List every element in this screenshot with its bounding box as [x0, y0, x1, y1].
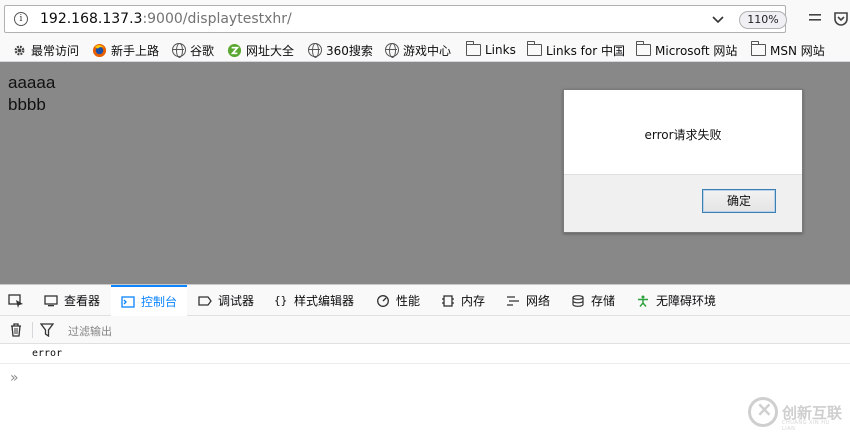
pocket-icon[interactable] [832, 11, 850, 27]
gear-icon [14, 45, 25, 55]
bookmark-folder-microsoft[interactable]: Microsoft 网站 [635, 41, 738, 59]
console-message-text: error [32, 348, 63, 359]
bookmark-getting-started[interactable]: 新手上路 [92, 41, 159, 59]
bookmark-most-visited[interactable]: 最常访问 [12, 41, 79, 59]
firefox-icon [92, 43, 107, 57]
bookmark-game-center[interactable]: 游戏中心 [385, 41, 451, 59]
tab-network[interactable]: 网络 [506, 285, 550, 316]
bookmark-folder-links-cn[interactable]: Links for 中国 [526, 41, 625, 59]
site-info-icon[interactable]: i [14, 12, 28, 26]
tab-label: 存储 [591, 294, 616, 308]
devtools-panel: 查看器 控制台 调试器 {} 样式编辑器 性能 内存 网络 存储 无障碍环境 过… [0, 284, 850, 434]
url-path: :9000/displaytestxhr/ [142, 11, 292, 27]
performance-icon [377, 294, 389, 307]
url-input[interactable]: i 192.168.137.3:9000/displaytestxhr/ 110… [4, 5, 787, 33]
tab-inspector[interactable]: 查看器 [44, 285, 100, 316]
tab-label: 控制台 [141, 295, 178, 309]
style-editor-icon: {} [274, 293, 288, 307]
network-icon [507, 295, 519, 306]
bookmark-site-nav[interactable]: 网址大全 [227, 41, 294, 59]
globe-icon [172, 43, 186, 58]
bookmark-label: 最常访问 [31, 43, 80, 58]
accessibility-icon [638, 295, 648, 307]
tab-debugger[interactable]: 调试器 [198, 285, 254, 316]
bookmark-label: MSN 网站 [770, 43, 825, 58]
content-line-2: bbbb [8, 95, 46, 114]
content-line-1: aaaaa [8, 73, 56, 92]
bookmark-label: 游戏中心 [403, 43, 452, 58]
alert-dialog: error请求失败 确定 [563, 89, 803, 233]
tab-accessibility[interactable]: 无障碍环境 [636, 285, 716, 316]
bookmark-folder-links[interactable]: Links [465, 41, 516, 59]
library-icon[interactable] [806, 11, 824, 27]
tab-memory[interactable]: 内存 [441, 285, 485, 316]
tab-label: 样式编辑器 [294, 294, 355, 308]
folder-icon [526, 41, 542, 56]
globe-icon [308, 43, 322, 58]
bookmark-label: Links for 中国 [546, 43, 625, 58]
ok-button[interactable]: 确定 [702, 189, 776, 213]
bookmark-360-search[interactable]: 360搜索 [308, 41, 373, 59]
zoom-badge[interactable]: 110% [739, 11, 787, 29]
tab-console[interactable]: 控制台 [111, 285, 188, 316]
site-nav-icon [227, 43, 242, 57]
trash-icon[interactable] [10, 323, 22, 337]
alert-footer: 确定 [564, 174, 802, 232]
chevron-down-icon[interactable] [711, 12, 725, 26]
folder-icon [465, 41, 481, 56]
devtools-tabbar: 查看器 控制台 调试器 {} 样式编辑器 性能 内存 网络 存储 无障碍环境 [0, 285, 850, 316]
alert-message: error请求失败 [644, 128, 722, 142]
console-toolbar: 过滤输出 [0, 316, 850, 344]
globe-icon [385, 43, 399, 58]
tab-label: 无障碍环境 [656, 294, 717, 308]
tab-label: 查看器 [64, 294, 101, 308]
console-input[interactable]: » [10, 370, 19, 386]
bookmark-label: Links [485, 43, 516, 57]
bookmark-label: 网址大全 [246, 43, 295, 58]
tab-performance[interactable]: 性能 [376, 285, 420, 316]
element-picker-icon[interactable] [8, 294, 24, 308]
tab-style-editor[interactable]: {} 样式编辑器 [274, 285, 354, 316]
folder-icon [635, 41, 651, 56]
tab-label: 网络 [526, 294, 551, 308]
folder-icon [750, 41, 766, 56]
debugger-icon [198, 295, 212, 306]
tab-label: 性能 [396, 294, 421, 308]
bookmark-google[interactable]: 谷歌 [172, 41, 214, 59]
url-host: 192.168.137.3 [40, 11, 143, 27]
console-message: error [0, 344, 850, 364]
bookmark-label: 谷歌 [190, 43, 215, 58]
bookmark-folder-msn[interactable]: MSN 网站 [750, 41, 825, 59]
watermark: 创新互联 CHUANG XIN HU LIAN [748, 394, 842, 432]
bookmark-label: Microsoft 网站 [655, 43, 738, 58]
inspector-icon [44, 294, 58, 306]
filter-input[interactable]: 过滤输出 [68, 323, 112, 339]
url-text[interactable]: 192.168.137.3:9000/displaytestxhr/ [40, 11, 292, 27]
tab-label: 调试器 [218, 294, 255, 308]
console-icon [121, 295, 135, 308]
memory-icon [442, 294, 454, 307]
filter-icon[interactable] [40, 323, 54, 337]
bookmark-label: 新手上路 [111, 43, 160, 58]
bookmarks-toolbar: 最常访问 新手上路 谷歌 网址大全 360搜索 游戏中心 Links Links… [0, 38, 850, 62]
url-bar-area: i 192.168.137.3:9000/displaytestxhr/ 110… [0, 0, 850, 38]
tab-label: 内存 [461, 294, 486, 308]
watermark-logo-icon [748, 397, 778, 427]
bookmark-label: 360搜索 [326, 43, 373, 58]
storage-icon [572, 294, 584, 307]
watermark-subtext: CHUANG XIN HU LIAN [782, 420, 830, 432]
toolbar-divider [32, 322, 33, 338]
tab-storage[interactable]: 存储 [571, 285, 615, 316]
